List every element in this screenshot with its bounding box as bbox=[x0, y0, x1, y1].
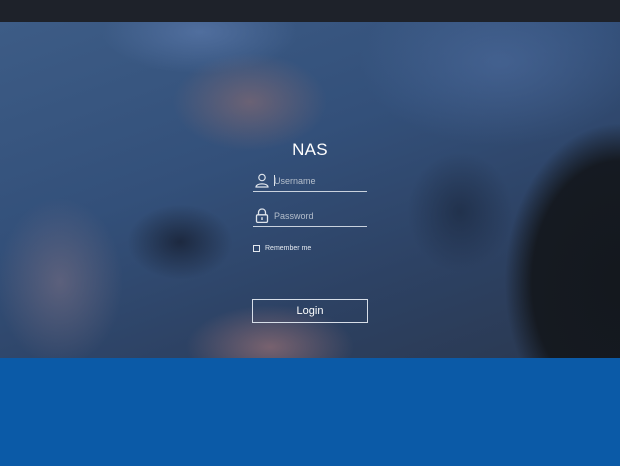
user-icon bbox=[255, 173, 269, 188]
password-input[interactable] bbox=[274, 208, 364, 224]
app-title: NAS bbox=[292, 140, 328, 159]
remember-me-label: Remember me bbox=[265, 244, 312, 252]
remember-me[interactable]: Remember me bbox=[253, 243, 311, 253]
login-background: NAS Remember me Login bbox=[0, 22, 620, 358]
top-bar bbox=[0, 0, 620, 22]
password-field[interactable] bbox=[253, 205, 367, 227]
lock-icon bbox=[255, 208, 269, 223]
username-field[interactable] bbox=[253, 170, 367, 192]
username-input[interactable] bbox=[274, 173, 364, 189]
bottom-band bbox=[0, 358, 620, 466]
remember-me-checkbox[interactable] bbox=[253, 244, 260, 252]
login-button[interactable]: Login bbox=[252, 299, 368, 323]
